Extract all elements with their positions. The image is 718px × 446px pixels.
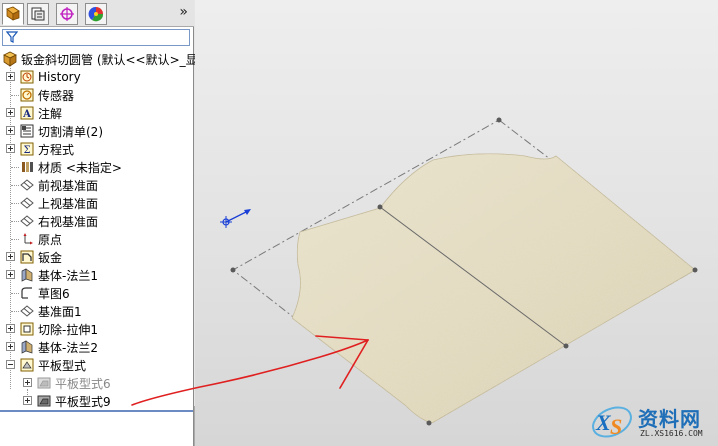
- vertex-point: [692, 267, 698, 273]
- watermark-url: ZL.XS1616.COM: [640, 429, 703, 438]
- vertex-point: [496, 117, 502, 123]
- flat-sheet-body[interactable]: [291, 153, 696, 424]
- vertex-point: [426, 420, 432, 426]
- reference-triad-icon: [220, 209, 251, 228]
- model-view: [131, 117, 698, 426]
- vertex-point: [563, 343, 569, 349]
- vertex-point: [377, 204, 383, 210]
- svg-text:S: S: [610, 414, 622, 439]
- watermark-text: 资料网: [638, 407, 701, 431]
- vertex-point: [230, 267, 236, 273]
